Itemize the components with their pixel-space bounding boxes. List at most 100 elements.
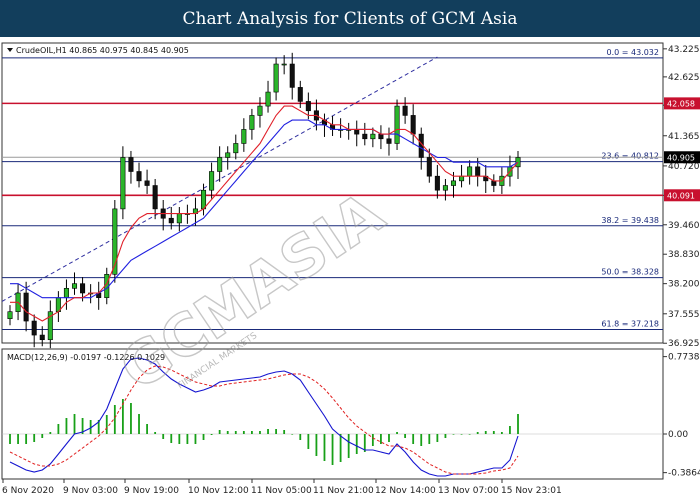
macd-histogram-bar [234,431,237,434]
candle-body [31,320,37,336]
macd-histogram-bar [170,434,173,443]
candle-body [491,180,497,186]
time-tick-label: 11 Nov 05:00 [251,486,312,496]
candle-body [281,63,287,66]
macd-histogram-bar [396,432,398,434]
candle-body [378,133,384,140]
candle-body [434,175,440,191]
candle-body [442,185,448,191]
macd-histogram-bar [65,418,68,434]
macd-histogram-bar [476,432,479,434]
candle-body [120,157,126,210]
price-tick-label: 39.460 [668,221,700,231]
candle-body [176,213,182,224]
symbol-info: CrudeOIL,H1 40.865 40.975 40.845 40.905 [16,46,189,55]
macd-histogram-bar [436,434,439,442]
macd-histogram-bar [492,431,495,434]
macd-histogram-bar [404,434,407,438]
macd-histogram-bar [202,434,205,440]
macd-histogram-bar [154,432,157,434]
time-tick-label: 12 Nov 14:00 [375,486,436,496]
candle-body [201,189,207,210]
candle-body [273,63,279,93]
macd-histogram-bar [49,432,52,434]
macd-histogram-bar [178,434,181,444]
candle-body [386,138,392,144]
macd-histogram-bar [41,434,44,438]
candle-body [7,311,13,320]
macd-histogram-bar [251,431,253,434]
price-tick-label: 40.720 [668,162,700,172]
candle-body [209,171,215,191]
macd-histogram-bar [194,434,197,444]
macd-histogram-bar [331,434,334,465]
macd-histogram-bar [509,426,511,434]
red-level-tag-label: 42.058 [667,99,695,108]
macd-histogram-bar [33,434,36,442]
macd-histogram-bar [162,434,165,439]
price-tick-label: 43.225 [668,45,700,55]
candle-body [257,105,263,116]
candle-body [467,166,473,177]
candle-body [168,217,174,224]
macd-histogram-bar [259,431,261,434]
candle-body [225,152,231,158]
candle-body [354,129,360,135]
time-tick-label: 9 Nov 03:00 [63,486,118,496]
macd-histogram-bar [73,414,76,434]
candle-body [515,157,521,168]
candle-body [265,91,271,107]
candle-body [144,180,150,186]
macd-histogram-bar [420,434,423,446]
candle-body [249,115,255,130]
time-axis: 6 Nov 2020 9 Nov 03:00 9 Nov 19:00 10 Nov 1… [2,479,562,496]
macd-histogram-bar [484,431,487,434]
price-tick-label: 37.555 [668,310,700,320]
price-tick-label: 41.365 [668,132,700,142]
candle-body [39,334,45,341]
candle-body [394,105,400,144]
candle-body [80,283,86,294]
candle-body [128,157,134,172]
time-tick-label: 9 Nov 19:00 [124,486,179,496]
fib-level-label: 50.0 = 38.328 [601,268,659,277]
candle-body [297,87,303,102]
macd-histogram-bar [299,434,302,440]
candle-body [402,105,408,116]
macd-histogram-bar [460,434,463,435]
macd-histogram-bar [138,414,140,434]
macd-histogram-bar [444,434,447,438]
macd-histogram-bar [146,424,148,434]
macd-histogram-bar [500,432,503,434]
candle-body [241,129,247,144]
macd-histogram-bar [428,434,431,444]
macd-histogram-bar [267,429,269,434]
macd-histogram-bar [242,431,245,434]
candle-body [450,180,457,186]
macd-histogram-bar [452,434,455,435]
chart-canvas: 43.22542.62542.02041.36540.72040.09039.4… [1,42,700,496]
macd-histogram-bar [57,424,60,434]
macd-histogram-bar [113,405,116,434]
macd-histogram-bar [17,434,19,444]
fib-level-label: 61.8 = 37.218 [601,320,659,329]
candle-body [426,157,432,177]
red-level-tag-label: 40.091 [667,191,695,200]
macd-histogram-bar [275,429,277,434]
chart-header: Chart Analysis for Clients of GCM Asia [0,0,700,37]
candle-body [410,115,416,135]
candle-body [63,288,69,298]
time-tick-label: 10 Nov 12:00 [188,486,249,496]
macd-histogram-bar [25,434,28,444]
time-tick-label: 15 Nov 23:01 [501,486,562,496]
macd-panel: MACD(12,26,9) -0.0197 -0.1226 0.1029 0.77… [1,348,700,480]
time-tick-label: 6 Nov 2020 [2,486,54,496]
macd-tick-label: 0.00 [668,430,688,440]
macd-tick-label: -0.3864 [668,469,700,479]
macd-histogram-bar [291,434,294,435]
macd-histogram-bar [355,434,358,454]
price-panel-frame [1,42,664,344]
macd-tick-label: 0.7738 [668,353,700,363]
price-tick-label: 36.925 [668,339,700,349]
time-tick-label: 11 Nov 21:00 [313,486,374,496]
